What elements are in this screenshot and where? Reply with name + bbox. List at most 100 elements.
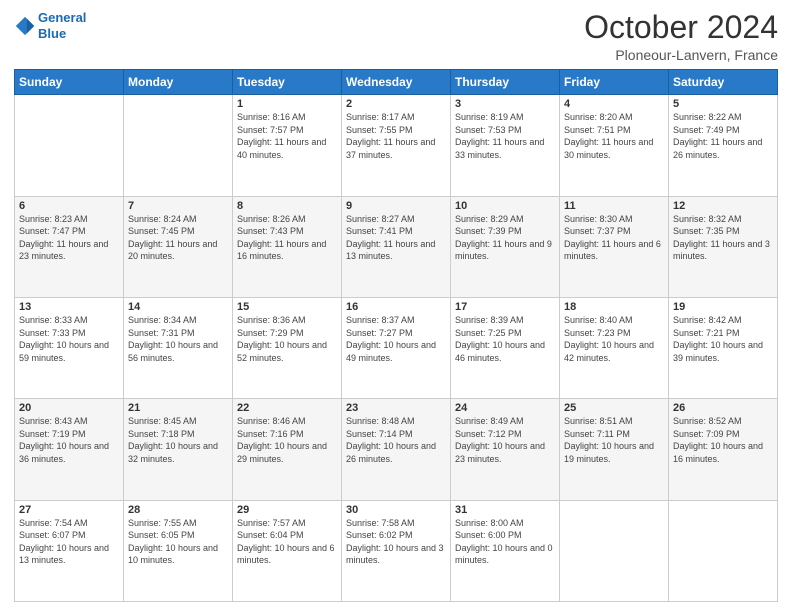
col-sunday: Sunday (15, 70, 124, 95)
day-detail: Sunrise: 7:58 AMSunset: 6:02 PMDaylight:… (346, 517, 446, 567)
table-row: 19Sunrise: 8:42 AMSunset: 7:21 PMDayligh… (669, 297, 778, 398)
day-detail: Sunrise: 7:55 AMSunset: 6:05 PMDaylight:… (128, 517, 228, 567)
day-detail: Sunrise: 8:39 AMSunset: 7:25 PMDaylight:… (455, 314, 555, 364)
table-row: 28Sunrise: 7:55 AMSunset: 6:05 PMDayligh… (124, 500, 233, 601)
table-row: 25Sunrise: 8:51 AMSunset: 7:11 PMDayligh… (560, 399, 669, 500)
day-number: 13 (19, 301, 119, 313)
day-number: 29 (237, 504, 337, 516)
table-row: 17Sunrise: 8:39 AMSunset: 7:25 PMDayligh… (451, 297, 560, 398)
table-row: 15Sunrise: 8:36 AMSunset: 7:29 PMDayligh… (233, 297, 342, 398)
day-number: 27 (19, 504, 119, 516)
table-row (15, 95, 124, 196)
table-row: 10Sunrise: 8:29 AMSunset: 7:39 PMDayligh… (451, 196, 560, 297)
logo-text: General Blue (38, 10, 86, 41)
table-row: 16Sunrise: 8:37 AMSunset: 7:27 PMDayligh… (342, 297, 451, 398)
subtitle: Ploneour-Lanvern, France (584, 47, 778, 63)
day-detail: Sunrise: 8:32 AMSunset: 7:35 PMDaylight:… (673, 213, 773, 263)
day-detail: Sunrise: 8:29 AMSunset: 7:39 PMDaylight:… (455, 213, 555, 263)
table-row: 6Sunrise: 8:23 AMSunset: 7:47 PMDaylight… (15, 196, 124, 297)
day-number: 19 (673, 301, 773, 313)
day-detail: Sunrise: 8:22 AMSunset: 7:49 PMDaylight:… (673, 111, 773, 161)
day-number: 16 (346, 301, 446, 313)
table-row: 30Sunrise: 7:58 AMSunset: 6:02 PMDayligh… (342, 500, 451, 601)
table-row: 27Sunrise: 7:54 AMSunset: 6:07 PMDayligh… (15, 500, 124, 601)
col-tuesday: Tuesday (233, 70, 342, 95)
day-number: 28 (128, 504, 228, 516)
day-number: 2 (346, 98, 446, 110)
col-wednesday: Wednesday (342, 70, 451, 95)
day-number: 25 (564, 402, 664, 414)
calendar-header-row: Sunday Monday Tuesday Wednesday Thursday… (15, 70, 778, 95)
day-number: 1 (237, 98, 337, 110)
table-row: 23Sunrise: 8:48 AMSunset: 7:14 PMDayligh… (342, 399, 451, 500)
day-detail: Sunrise: 8:45 AMSunset: 7:18 PMDaylight:… (128, 415, 228, 465)
table-row: 31Sunrise: 8:00 AMSunset: 6:00 PMDayligh… (451, 500, 560, 601)
header: General Blue October 2024 Ploneour-Lanve… (14, 10, 778, 63)
day-number: 9 (346, 200, 446, 212)
table-row: 8Sunrise: 8:26 AMSunset: 7:43 PMDaylight… (233, 196, 342, 297)
calendar-table: Sunday Monday Tuesday Wednesday Thursday… (14, 69, 778, 602)
day-number: 22 (237, 402, 337, 414)
day-detail: Sunrise: 8:52 AMSunset: 7:09 PMDaylight:… (673, 415, 773, 465)
logo-line1: General (38, 10, 86, 25)
table-row: 26Sunrise: 8:52 AMSunset: 7:09 PMDayligh… (669, 399, 778, 500)
logo-icon (14, 15, 36, 37)
day-number: 18 (564, 301, 664, 313)
day-detail: Sunrise: 8:51 AMSunset: 7:11 PMDaylight:… (564, 415, 664, 465)
day-number: 12 (673, 200, 773, 212)
day-detail: Sunrise: 8:00 AMSunset: 6:00 PMDaylight:… (455, 517, 555, 567)
table-row: 4Sunrise: 8:20 AMSunset: 7:51 PMDaylight… (560, 95, 669, 196)
day-detail: Sunrise: 8:33 AMSunset: 7:33 PMDaylight:… (19, 314, 119, 364)
day-detail: Sunrise: 8:27 AMSunset: 7:41 PMDaylight:… (346, 213, 446, 263)
day-detail: Sunrise: 8:49 AMSunset: 7:12 PMDaylight:… (455, 415, 555, 465)
col-saturday: Saturday (669, 70, 778, 95)
col-friday: Friday (560, 70, 669, 95)
day-number: 10 (455, 200, 555, 212)
table-row: 3Sunrise: 8:19 AMSunset: 7:53 PMDaylight… (451, 95, 560, 196)
table-row: 1Sunrise: 8:16 AMSunset: 7:57 PMDaylight… (233, 95, 342, 196)
title-block: October 2024 Ploneour-Lanvern, France (584, 10, 778, 63)
day-number: 20 (19, 402, 119, 414)
day-detail: Sunrise: 7:57 AMSunset: 6:04 PMDaylight:… (237, 517, 337, 567)
table-row (669, 500, 778, 601)
table-row: 12Sunrise: 8:32 AMSunset: 7:35 PMDayligh… (669, 196, 778, 297)
day-detail: Sunrise: 8:42 AMSunset: 7:21 PMDaylight:… (673, 314, 773, 364)
day-detail: Sunrise: 8:40 AMSunset: 7:23 PMDaylight:… (564, 314, 664, 364)
day-number: 3 (455, 98, 555, 110)
table-row: 2Sunrise: 8:17 AMSunset: 7:55 PMDaylight… (342, 95, 451, 196)
col-thursday: Thursday (451, 70, 560, 95)
day-number: 17 (455, 301, 555, 313)
table-row: 29Sunrise: 7:57 AMSunset: 6:04 PMDayligh… (233, 500, 342, 601)
day-number: 24 (455, 402, 555, 414)
day-number: 8 (237, 200, 337, 212)
logo-line2: Blue (38, 26, 66, 41)
day-detail: Sunrise: 8:20 AMSunset: 7:51 PMDaylight:… (564, 111, 664, 161)
day-number: 31 (455, 504, 555, 516)
day-number: 14 (128, 301, 228, 313)
day-number: 6 (19, 200, 119, 212)
col-monday: Monday (124, 70, 233, 95)
table-row (560, 500, 669, 601)
day-number: 4 (564, 98, 664, 110)
day-detail: Sunrise: 8:37 AMSunset: 7:27 PMDaylight:… (346, 314, 446, 364)
logo: General Blue (14, 10, 86, 41)
day-detail: Sunrise: 8:26 AMSunset: 7:43 PMDaylight:… (237, 213, 337, 263)
table-row (124, 95, 233, 196)
day-number: 21 (128, 402, 228, 414)
day-number: 11 (564, 200, 664, 212)
day-detail: Sunrise: 8:43 AMSunset: 7:19 PMDaylight:… (19, 415, 119, 465)
table-row: 24Sunrise: 8:49 AMSunset: 7:12 PMDayligh… (451, 399, 560, 500)
table-row: 11Sunrise: 8:30 AMSunset: 7:37 PMDayligh… (560, 196, 669, 297)
day-detail: Sunrise: 7:54 AMSunset: 6:07 PMDaylight:… (19, 517, 119, 567)
day-detail: Sunrise: 8:16 AMSunset: 7:57 PMDaylight:… (237, 111, 337, 161)
day-detail: Sunrise: 8:19 AMSunset: 7:53 PMDaylight:… (455, 111, 555, 161)
day-detail: Sunrise: 8:36 AMSunset: 7:29 PMDaylight:… (237, 314, 337, 364)
day-detail: Sunrise: 8:30 AMSunset: 7:37 PMDaylight:… (564, 213, 664, 263)
table-row: 13Sunrise: 8:33 AMSunset: 7:33 PMDayligh… (15, 297, 124, 398)
day-detail: Sunrise: 8:17 AMSunset: 7:55 PMDaylight:… (346, 111, 446, 161)
table-row: 9Sunrise: 8:27 AMSunset: 7:41 PMDaylight… (342, 196, 451, 297)
table-row: 20Sunrise: 8:43 AMSunset: 7:19 PMDayligh… (15, 399, 124, 500)
table-row: 5Sunrise: 8:22 AMSunset: 7:49 PMDaylight… (669, 95, 778, 196)
day-number: 23 (346, 402, 446, 414)
table-row: 14Sunrise: 8:34 AMSunset: 7:31 PMDayligh… (124, 297, 233, 398)
